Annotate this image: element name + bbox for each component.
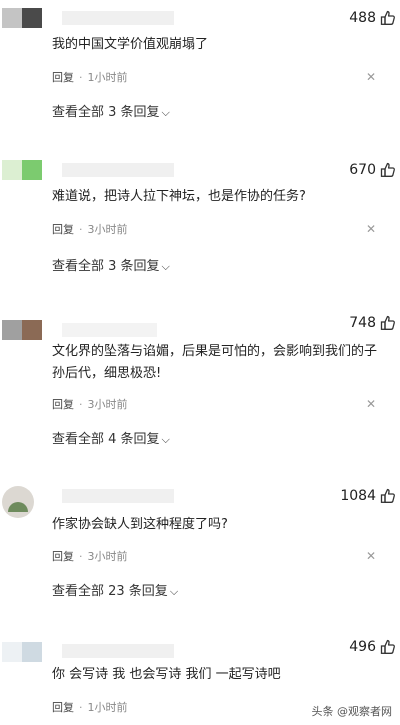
comment-time: 1小时前 xyxy=(87,701,128,714)
avatar[interactable] xyxy=(2,642,42,662)
username-blurred[interactable] xyxy=(62,163,174,177)
username-blurred[interactable] xyxy=(62,489,174,503)
comment-text: 你 会写诗 我 也会写诗 我们 一起写诗吧 xyxy=(52,667,281,682)
avatar[interactable] xyxy=(2,8,42,28)
reply-button[interactable]: 回复 xyxy=(52,223,74,236)
comment-text: 难道说，把诗人拉下神坛，也是作协的任务? xyxy=(52,189,306,204)
comment-meta: 回复 · 3小时前 xyxy=(52,550,128,563)
like-count: 496 xyxy=(349,639,376,655)
thumbs-up-icon[interactable] xyxy=(380,639,396,655)
thumbs-up-icon[interactable] xyxy=(380,10,396,26)
reply-button[interactable]: 回复 xyxy=(52,550,74,563)
close-icon[interactable]: ✕ xyxy=(366,70,376,84)
reply-button[interactable]: 回复 xyxy=(52,701,74,714)
avatar[interactable] xyxy=(2,486,34,518)
thumbs-up-icon[interactable] xyxy=(380,315,396,331)
view-replies-button[interactable]: 查看全部 3 条回复 ⌵ xyxy=(52,101,170,120)
comment-time: 3小时前 xyxy=(87,398,128,411)
username-blurred[interactable] xyxy=(62,644,174,658)
like-count: 1084 xyxy=(340,488,376,504)
view-replies-button[interactable]: 查看全部 3 条回复 ⌵ xyxy=(52,255,170,274)
comment-text: 我的中国文学价值观崩塌了 xyxy=(52,37,209,52)
comment-time: 3小时前 xyxy=(87,223,128,236)
like-count: 748 xyxy=(349,315,376,331)
close-icon[interactable]: ✕ xyxy=(366,222,376,236)
reply-button[interactable]: 回复 xyxy=(52,71,74,84)
avatar[interactable] xyxy=(2,160,42,180)
username-blurred[interactable] xyxy=(62,11,174,25)
chevron-down-icon: ⌵ xyxy=(161,260,170,273)
comment-time: 1小时前 xyxy=(87,71,128,84)
avatar[interactable] xyxy=(2,320,42,340)
chevron-down-icon: ⌵ xyxy=(169,585,179,598)
thumbs-up-icon[interactable] xyxy=(380,488,396,504)
thumbs-up-icon[interactable] xyxy=(380,162,396,178)
chevron-down-icon: ⌵ xyxy=(161,106,170,119)
comment-time: 3小时前 xyxy=(87,550,128,563)
view-replies-button[interactable]: 查看全部 23 条回复 ⌵ xyxy=(52,580,178,599)
comment-text: 文化界的坠落与谄媚，后果是可怕的，会影响到我们的子孙后代，细思极恐! xyxy=(52,344,378,381)
reply-button[interactable]: 回复 xyxy=(52,398,74,411)
comment-meta: 回复 · 1小时前 xyxy=(52,701,128,714)
comment-meta: 回复 · 3小时前 xyxy=(52,398,128,411)
close-icon[interactable]: ✕ xyxy=(366,397,376,411)
comment-meta: 回复 · 1小时前 xyxy=(52,71,128,84)
chevron-down-icon: ⌵ xyxy=(161,433,170,446)
like-count: 670 xyxy=(349,162,376,178)
view-replies-button[interactable]: 查看全部 4 条回复 ⌵ xyxy=(52,428,170,447)
comment-text: 作家协会缺人到这种程度了吗? xyxy=(52,517,228,532)
watermark: 头条 @观察者网 xyxy=(311,705,393,718)
close-icon[interactable]: ✕ xyxy=(366,549,376,563)
username-blurred[interactable] xyxy=(62,323,157,337)
comment-meta: 回复 · 3小时前 xyxy=(52,223,128,236)
like-count: 488 xyxy=(349,10,376,26)
